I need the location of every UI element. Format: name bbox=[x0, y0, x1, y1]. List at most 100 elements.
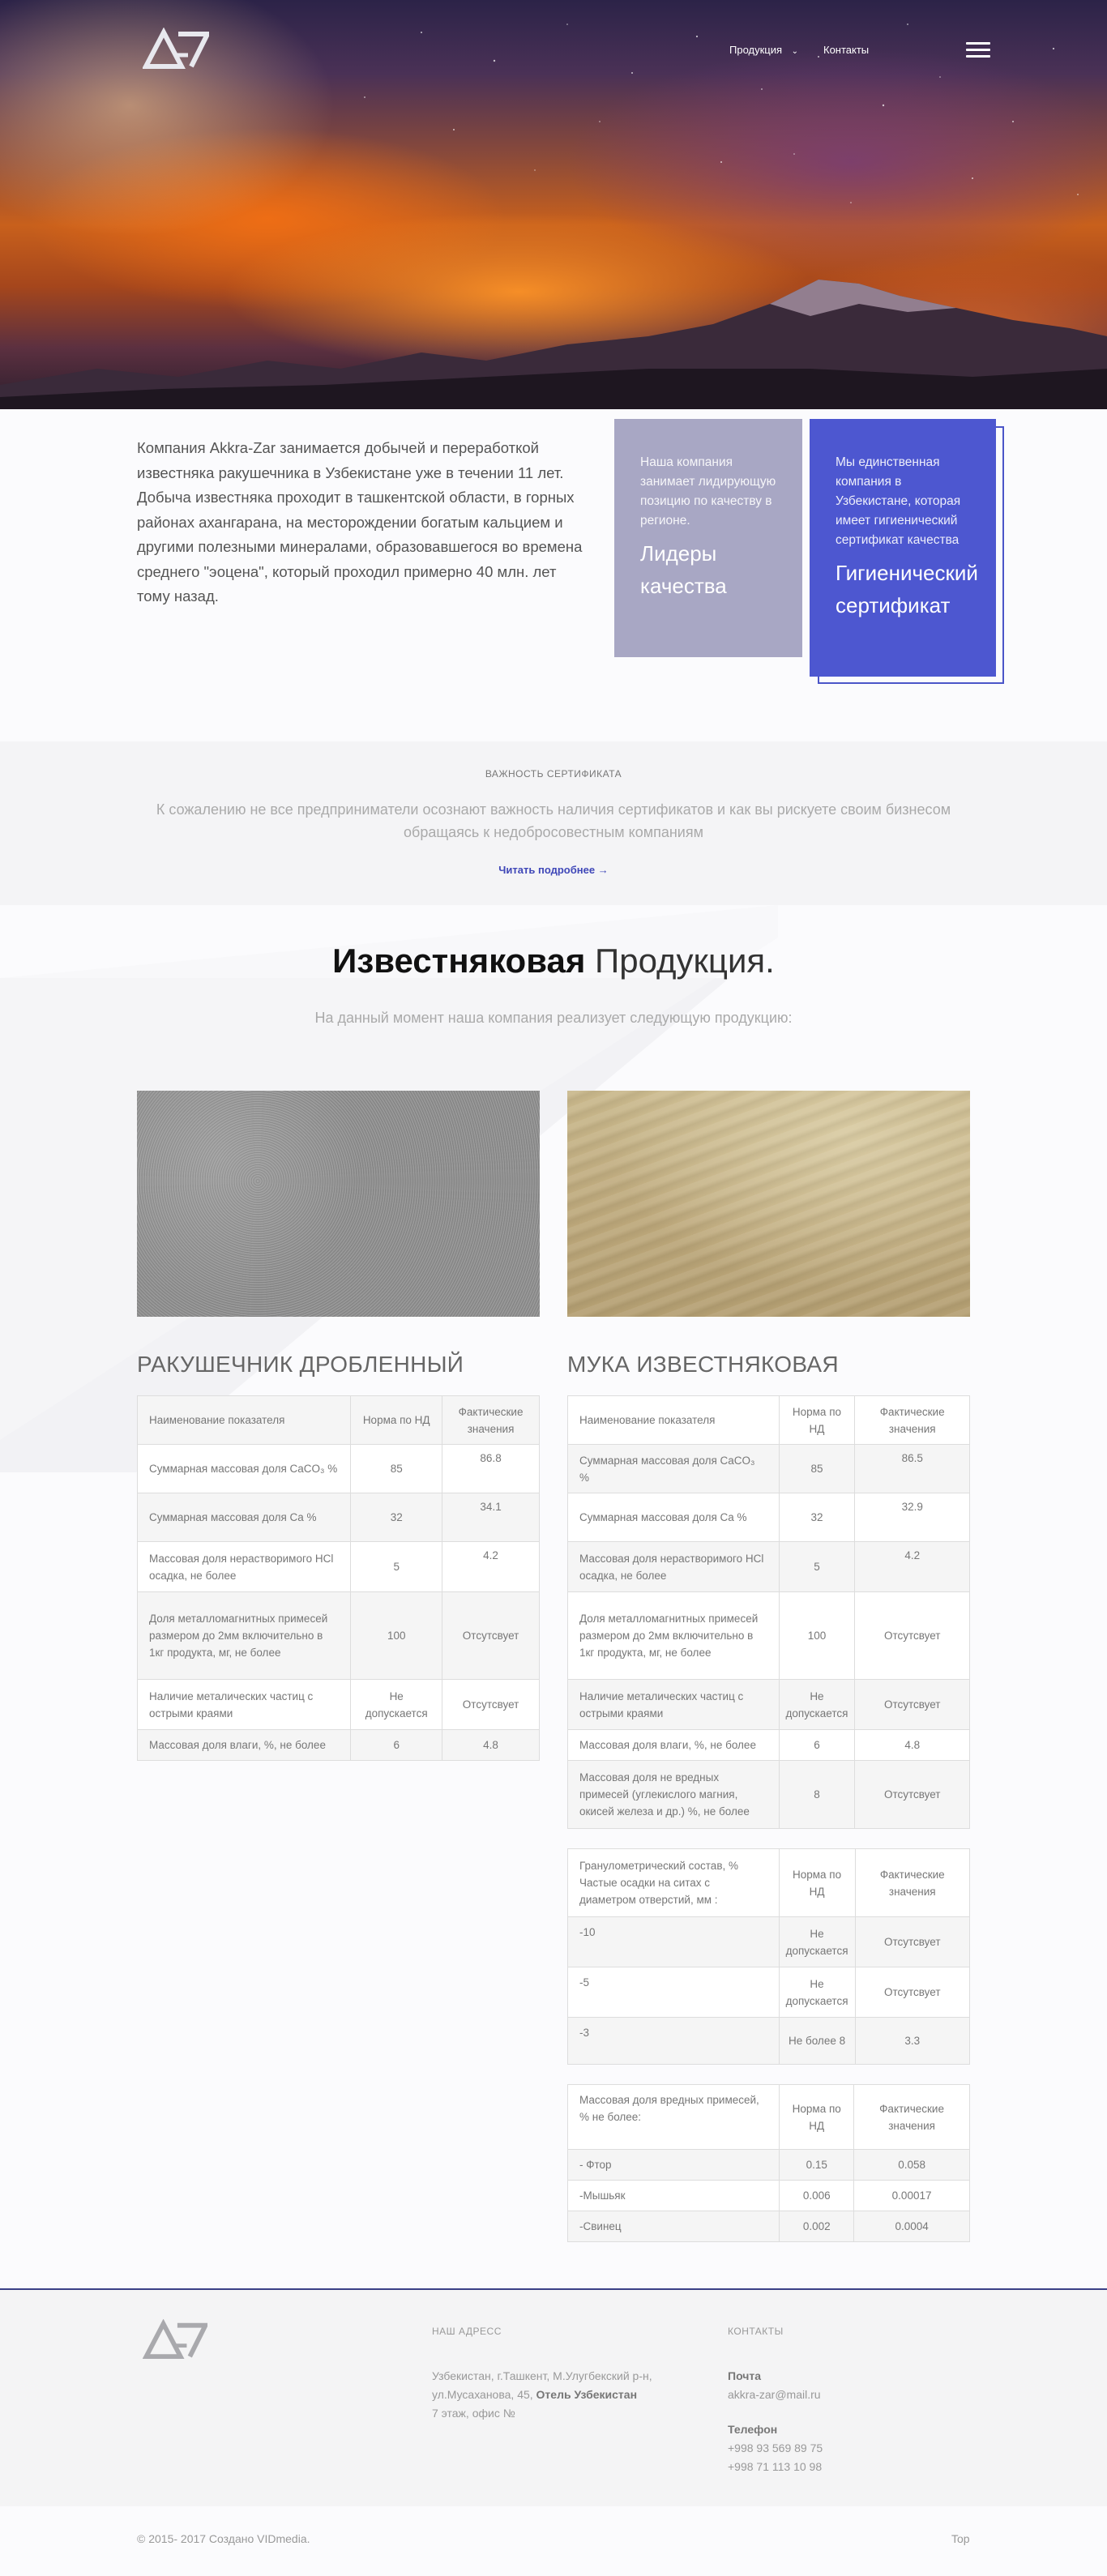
table-cell: Суммарная массовая доля CaCO₃ % bbox=[136, 1444, 352, 1493]
phone-link[interactable]: +998 93 569 89 75 bbox=[728, 2439, 823, 2458]
phone-link[interactable]: +998 71 113 10 98 bbox=[728, 2458, 823, 2476]
table-header-cell: Норма по НД bbox=[778, 1848, 856, 1917]
product-heading-crushed-shell-rock: РАКУШЕЧНИК ДРОБЛЕННЫЙ bbox=[137, 1352, 464, 1377]
table-row: Массовая доля влаги, %, не более 6 4.8 bbox=[567, 1729, 970, 1761]
table-cell: Отсутсвует bbox=[854, 1679, 970, 1730]
table-row: - Фтор 0.15 0.058 bbox=[566, 2149, 970, 2181]
table-cell: -10 bbox=[567, 1916, 780, 1967]
table-cell: Суммарная массовая доля Ca % bbox=[567, 1493, 780, 1542]
table-cell: 4.2 bbox=[442, 1541, 540, 1592]
table-cell: 32 bbox=[350, 1493, 443, 1542]
hamburger-icon[interactable] bbox=[966, 42, 990, 60]
harmful-impurities-table: Массовая доля вредных примесей, % не бол… bbox=[566, 2084, 970, 2242]
table-row: Суммарная массовая доля CaCO₃ % 85 86.8 bbox=[136, 1444, 540, 1493]
table-row: Массовая доля нерастворимого HCl осадка,… bbox=[567, 1541, 970, 1592]
table-cell: 0.00017 bbox=[853, 2180, 970, 2211]
address-label: НАШ АДРЕСС bbox=[432, 2326, 502, 2337]
table-row: -10 Не допускается Отсутсвует bbox=[567, 1916, 970, 1967]
nav-contacts[interactable]: Контакты bbox=[823, 44, 869, 56]
limestone-flour-table: Наименование показателя Норма по НД Факт… bbox=[567, 1395, 970, 1829]
table-cell: Массовая доля не вредных примесей (углек… bbox=[567, 1760, 780, 1829]
address-street: ул.Мусаханова, 45, bbox=[432, 2388, 533, 2401]
table-row: Суммарная массовая доля Ca % 32 32.9 bbox=[567, 1493, 970, 1542]
intro-text: Компания Akkra-Zar занимается добычей и … bbox=[137, 439, 583, 604]
table-row: Доля металломагнитных примесей размером … bbox=[567, 1591, 970, 1680]
table-header-cell: Фактические значения bbox=[854, 1848, 970, 1917]
certificate-card[interactable]: Мы единственная компания в Узбекистане, … bbox=[810, 419, 996, 677]
table-header-cell: Норма по НД bbox=[778, 1395, 856, 1445]
table-cell: Массовая доля нерастворимого HCl осадка,… bbox=[136, 1541, 352, 1592]
table-cell: Отсутсвует bbox=[442, 1591, 540, 1680]
table-row: Доля металломагнитных примесей размером … bbox=[136, 1591, 540, 1680]
leaders-card-title: Лидеры качества bbox=[640, 541, 727, 598]
table-header-row: Гранулометрический состав, % Частые осад… bbox=[567, 1848, 970, 1917]
table-cell: 6 bbox=[778, 1729, 856, 1761]
phone-label: Телефон bbox=[728, 2423, 778, 2436]
mail-link[interactable]: akkra-zar@mail.ru bbox=[728, 2386, 823, 2404]
table-row: Суммарная массовая доля Ca % 32 34.1 bbox=[136, 1493, 540, 1542]
crushed-shell-rock-image bbox=[137, 1091, 540, 1317]
table-cell: Отсутсвует bbox=[854, 1591, 970, 1680]
crushed-shell-rock-table: Наименование показателя Норма по НД Факт… bbox=[136, 1395, 540, 1761]
table-cell: Массовая доля влаги, %, не более bbox=[136, 1729, 352, 1761]
table-cell: Отсутсвует bbox=[854, 1967, 970, 2018]
certificate-section-text: К сожалению не все предприниматели осозн… bbox=[156, 801, 951, 840]
product-heading-limestone-flour: МУКА ИЗВЕСТНЯКОВАЯ bbox=[567, 1352, 839, 1377]
table-cell: Массовая доля влаги, %, не более bbox=[567, 1729, 780, 1761]
table-header-cell: Наименование показателя bbox=[567, 1395, 780, 1445]
table-cell: 8 bbox=[778, 1760, 856, 1829]
read-more-link-label[interactable]: Читать подробнее → bbox=[498, 864, 608, 876]
table-cell: Не допускается bbox=[778, 1967, 856, 2018]
table-row: -5 Не допускается Отсутсвует bbox=[567, 1967, 970, 2018]
table-cell: Не допускается bbox=[350, 1679, 443, 1730]
table-cell: 0.15 bbox=[779, 2149, 855, 2181]
table-header-cell: Фактические значения bbox=[854, 1395, 970, 1445]
address-hotel: Отель Узбекистан bbox=[536, 2388, 638, 2401]
copyright: © 2015- 2017 Создано VIDmedia. bbox=[137, 2532, 310, 2545]
address-line: Узбекистан, г.Ташкент, М.Улугбекский р-н… bbox=[432, 2369, 652, 2382]
akkra-zar-logo[interactable] bbox=[143, 2319, 207, 2360]
table-header-cell: Гранулометрический состав, % Частые осад… bbox=[567, 1848, 780, 1917]
table-cell: Массовая доля нерастворимого HCl осадка,… bbox=[567, 1541, 780, 1592]
table-cell: 4.8 bbox=[854, 1729, 970, 1761]
table-header-cell: Наименование показателя bbox=[136, 1395, 352, 1445]
table-cell: 32 bbox=[778, 1493, 856, 1542]
table-cell: 0.058 bbox=[853, 2149, 970, 2181]
products-title: Известняковая Продукция. bbox=[0, 942, 1107, 980]
table-cell: Отсутсвует bbox=[854, 1760, 970, 1829]
hero-banner: Продукция ⌄ Контакты bbox=[0, 0, 1107, 409]
products-title-bold: Известняковая bbox=[332, 942, 586, 980]
table-cell: Доля металломагнитных примесей размером … bbox=[136, 1591, 352, 1680]
table-header-cell: Фактические значения bbox=[853, 2084, 970, 2150]
table-cell: -3 bbox=[567, 2017, 780, 2065]
table-cell: Не допускается bbox=[778, 1916, 856, 1967]
contacts-block: Почта akkra-zar@mail.ru Телефон +998 93 … bbox=[728, 2367, 823, 2476]
products-title-light: Продукция. bbox=[595, 942, 775, 980]
table-row: Наличие металических частиц с острыми кр… bbox=[136, 1679, 540, 1730]
table-header-cell: Норма по НД bbox=[350, 1395, 443, 1445]
table-cell: 3.3 bbox=[854, 2017, 970, 2065]
table-cell: 0.002 bbox=[779, 2211, 855, 2242]
table-header-row: Наименование показателя Норма по НД Факт… bbox=[136, 1395, 540, 1445]
certificate-section-label: ВАЖНОСТЬ СЕРТИФИКАТА bbox=[485, 768, 622, 780]
table-row: Массовая доля нерастворимого HCl осадка,… bbox=[136, 1541, 540, 1592]
table-cell: Отсутсвует bbox=[854, 1916, 970, 1967]
back-to-top-link[interactable]: Top bbox=[951, 2532, 970, 2545]
table-cell: Суммарная массовая доля Ca % bbox=[136, 1493, 352, 1542]
nav-products[interactable]: Продукция ⌄ bbox=[729, 44, 798, 56]
address-text: Узбекистан, г.Ташкент, М.Улугбекский р-н… bbox=[432, 2367, 652, 2423]
table-cell: Не более 8 bbox=[778, 2017, 856, 2065]
nav-products-label: Продукция bbox=[729, 44, 783, 56]
table-cell: 86.8 bbox=[442, 1444, 540, 1493]
table-cell: 6 bbox=[350, 1729, 443, 1761]
table-cell: -Свинец bbox=[566, 2211, 780, 2242]
table-cell: 5 bbox=[778, 1541, 856, 1592]
table-cell: 85 bbox=[778, 1444, 856, 1493]
table-cell: 85 bbox=[350, 1444, 443, 1493]
read-more-link[interactable]: Читать подробнее → bbox=[0, 864, 1107, 876]
table-row: Наличие металических частиц с острыми кр… bbox=[567, 1679, 970, 1730]
address-line: 7 этаж, офис № bbox=[432, 2407, 515, 2420]
limestone-flour-image bbox=[567, 1091, 970, 1317]
akkra-zar-logo[interactable] bbox=[143, 28, 209, 70]
certificate-card-text: Мы единственная компания в Узбекистане, … bbox=[836, 455, 961, 547]
